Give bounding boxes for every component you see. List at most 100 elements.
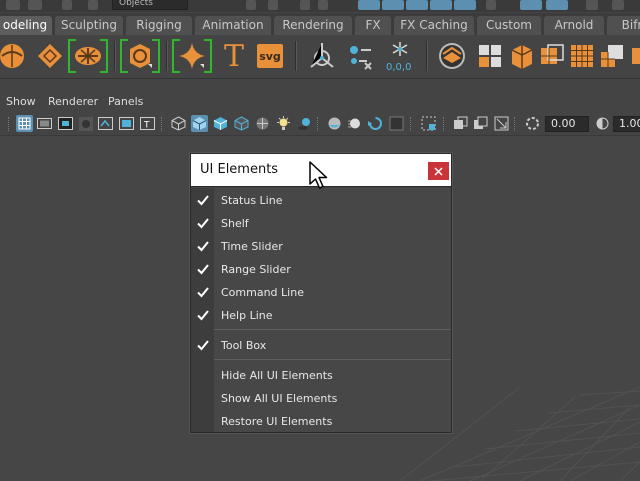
safe-title-icon[interactable]: T: [139, 115, 156, 132]
exposure-field[interactable]: 0.00: [545, 116, 589, 132]
menu-panels[interactable]: Panels: [108, 95, 143, 108]
menu-item-label: Tool Box: [221, 339, 267, 352]
status-button[interactable]: [62, 0, 72, 10]
menu-item-restore[interactable]: Restore UI Elements: [191, 410, 451, 433]
tab-fx[interactable]: FX: [355, 16, 391, 35]
menu-item-shelf[interactable]: Shelf: [191, 212, 451, 235]
gate-mask-icon[interactable]: [77, 115, 94, 132]
type-tool-icon[interactable]: [344, 40, 376, 72]
toolbar-separator: [8, 117, 10, 131]
menu-item-hide-all[interactable]: Hide All UI Elements: [191, 364, 451, 387]
checkmark-icon: [197, 195, 209, 206]
poly-torus-icon[interactable]: [124, 40, 156, 72]
tab-arnold[interactable]: Arnold: [544, 16, 604, 35]
xray-icon[interactable]: [254, 115, 271, 132]
select-mode-button[interactable]: [430, 0, 452, 10]
separate-icon[interactable]: [506, 40, 538, 72]
tab-bifrost[interactable]: Bifr: [607, 16, 640, 35]
tab-fx-caching[interactable]: FX Caching: [394, 16, 474, 35]
tab-modeling[interactable]: odeling: [0, 16, 52, 35]
checkmark-icon: [197, 218, 209, 229]
status-button[interactable]: [486, 0, 496, 10]
select-mode-button[interactable]: [358, 0, 380, 10]
menu-renderer[interactable]: Renderer: [48, 95, 98, 108]
select-mode-button[interactable]: [454, 0, 476, 10]
poly-cylinder-icon[interactable]: [72, 40, 104, 72]
menu-item-help-line[interactable]: Help Line: [191, 304, 451, 327]
poly-platonic-icon[interactable]: [176, 40, 208, 72]
lighting-icon[interactable]: [275, 115, 292, 132]
shadows-icon[interactable]: [296, 115, 313, 132]
exposure-icon[interactable]: [524, 115, 541, 132]
gamma-field[interactable]: 1.00: [613, 116, 640, 132]
menu-item-range-slider[interactable]: Range Slider: [191, 258, 451, 281]
depth-of-field-icon[interactable]: [388, 115, 405, 132]
motion-blur-icon[interactable]: [346, 115, 363, 132]
status-button[interactable]: [28, 0, 42, 10]
close-button[interactable]: [428, 162, 449, 180]
grid-icon[interactable]: [16, 115, 33, 132]
isolate-select-icon[interactable]: [420, 115, 437, 132]
toolbar-separator: [410, 117, 412, 131]
shelf: T svg 0,0,0: [0, 35, 640, 79]
status-button[interactable]: [318, 0, 328, 10]
menu-show[interactable]: Show: [6, 95, 36, 108]
status-button[interactable]: [300, 0, 310, 10]
status-button[interactable]: [586, 0, 598, 10]
measure-tool-icon[interactable]: [306, 40, 338, 72]
xray-joints-icon[interactable]: [452, 115, 469, 132]
menu-item-show-all[interactable]: Show All UI Elements: [191, 387, 451, 410]
extract-icon[interactable]: [536, 40, 568, 72]
ui-elements-dialog: UI Elements Status Line Shelf Time Slide…: [190, 153, 452, 433]
menu-item-time-slider[interactable]: Time Slider: [191, 235, 451, 258]
sphere-layer-icon[interactable]: [436, 40, 468, 72]
backface-culling-icon[interactable]: [493, 115, 510, 132]
select-mode-button[interactable]: [546, 0, 568, 10]
tab-rigging[interactable]: Rigging: [126, 16, 192, 35]
status-button[interactable]: [6, 0, 20, 10]
poly-cube-icon[interactable]: [34, 40, 66, 72]
tab-rendering[interactable]: Rendering: [274, 16, 352, 35]
wireframe-on-shaded-icon[interactable]: [233, 115, 250, 132]
shelf-separator: [114, 41, 116, 71]
default-material-icon[interactable]: [212, 115, 229, 132]
select-mode-button[interactable]: [520, 0, 542, 10]
xray-components-icon[interactable]: [472, 115, 489, 132]
svg-text:0,0,0: 0,0,0: [386, 62, 411, 72]
status-button[interactable]: [268, 0, 278, 10]
tab-sculpting[interactable]: Sculpting: [55, 16, 123, 35]
gamma-icon[interactable]: [594, 115, 611, 132]
bevel-icon[interactable]: [596, 40, 628, 72]
combine-icon[interactable]: [474, 40, 506, 72]
svg-tool-icon[interactable]: svg: [254, 40, 286, 72]
status-button[interactable]: [612, 0, 624, 10]
object-mode-dropdown[interactable]: Objects: [112, 0, 188, 10]
safe-action-icon[interactable]: [118, 115, 135, 132]
tab-custom[interactable]: Custom: [477, 16, 541, 35]
menu-item-tool-box[interactable]: Tool Box: [191, 334, 451, 357]
checkmark-icon: [197, 287, 209, 298]
menu-item-command-line[interactable]: Command Line: [191, 281, 451, 304]
wireframe-icon[interactable]: [170, 115, 187, 132]
menu-item-status-line[interactable]: Status Line: [191, 189, 451, 212]
select-mode-button[interactable]: [406, 0, 428, 10]
field-chart-icon[interactable]: [97, 115, 114, 132]
status-button[interactable]: [246, 0, 256, 10]
smooth-shade-icon[interactable]: [191, 115, 208, 132]
resolution-gate-icon[interactable]: [57, 115, 74, 132]
screen-space-ao-icon[interactable]: [326, 115, 343, 132]
poly-sphere-icon[interactable]: [0, 40, 28, 72]
anti-aliasing-icon[interactable]: [367, 115, 384, 132]
text-tool-icon[interactable]: T: [218, 38, 250, 74]
more-shelf-icon[interactable]: [626, 40, 640, 72]
smooth-icon[interactable]: [566, 40, 598, 72]
checkmark-icon: [197, 264, 209, 275]
tab-animation[interactable]: Animation: [195, 16, 271, 35]
text-tool-glyph: T: [223, 38, 244, 74]
film-gate-icon[interactable]: [36, 115, 53, 132]
menu-item-label: Range Slider: [221, 263, 291, 276]
status-button[interactable]: [88, 0, 98, 10]
menu-divider: [214, 329, 451, 330]
snowflake-icon[interactable]: 0,0,0: [384, 40, 416, 72]
select-mode-button[interactable]: [382, 0, 404, 10]
